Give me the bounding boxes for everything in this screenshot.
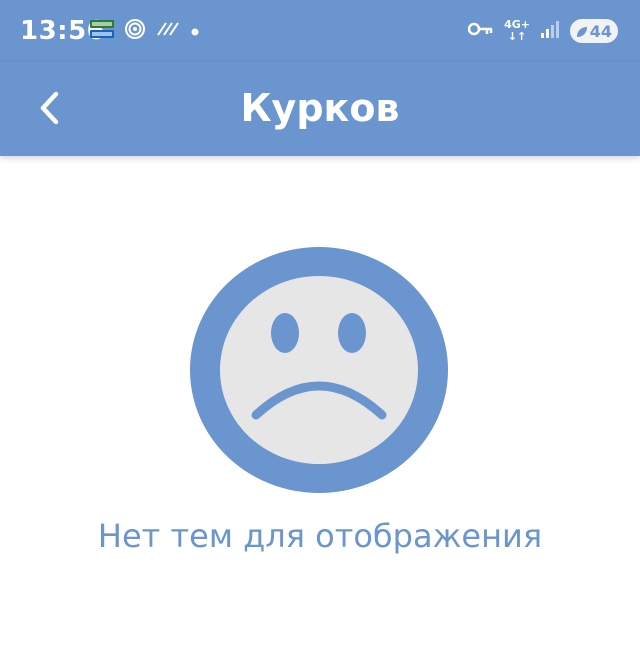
mir-sbp-icon [90, 18, 114, 44]
status-bar: 13:56 4G+ ↓↑ 44 [0, 0, 640, 62]
dot-icon [190, 22, 200, 41]
battery-icon: 44 [570, 19, 618, 43]
hatched-icon [156, 20, 180, 42]
sad-face-icon [190, 247, 448, 493]
leaf-icon [575, 24, 589, 43]
status-icons-left [90, 18, 200, 44]
network-indicator: 4G+ ↓↑ [504, 19, 530, 43]
signal-icon [540, 19, 560, 43]
empty-message: Нет тем для отображения [97, 517, 543, 555]
battery-level: 44 [589, 21, 612, 41]
screen: 13:56 4G+ ↓↑ 44 Курков Нет тем для отобр… [0, 0, 640, 668]
page-title: Курков [240, 86, 400, 130]
network-arrows: ↓↑ [507, 30, 527, 43]
status-icons-right: 4G+ ↓↑ 44 [467, 16, 618, 46]
app-bar: Курков [0, 62, 640, 156]
key-icon [467, 21, 494, 41]
empty-state: Нет тем для отображения [0, 156, 640, 668]
spiral-icon [124, 18, 146, 44]
